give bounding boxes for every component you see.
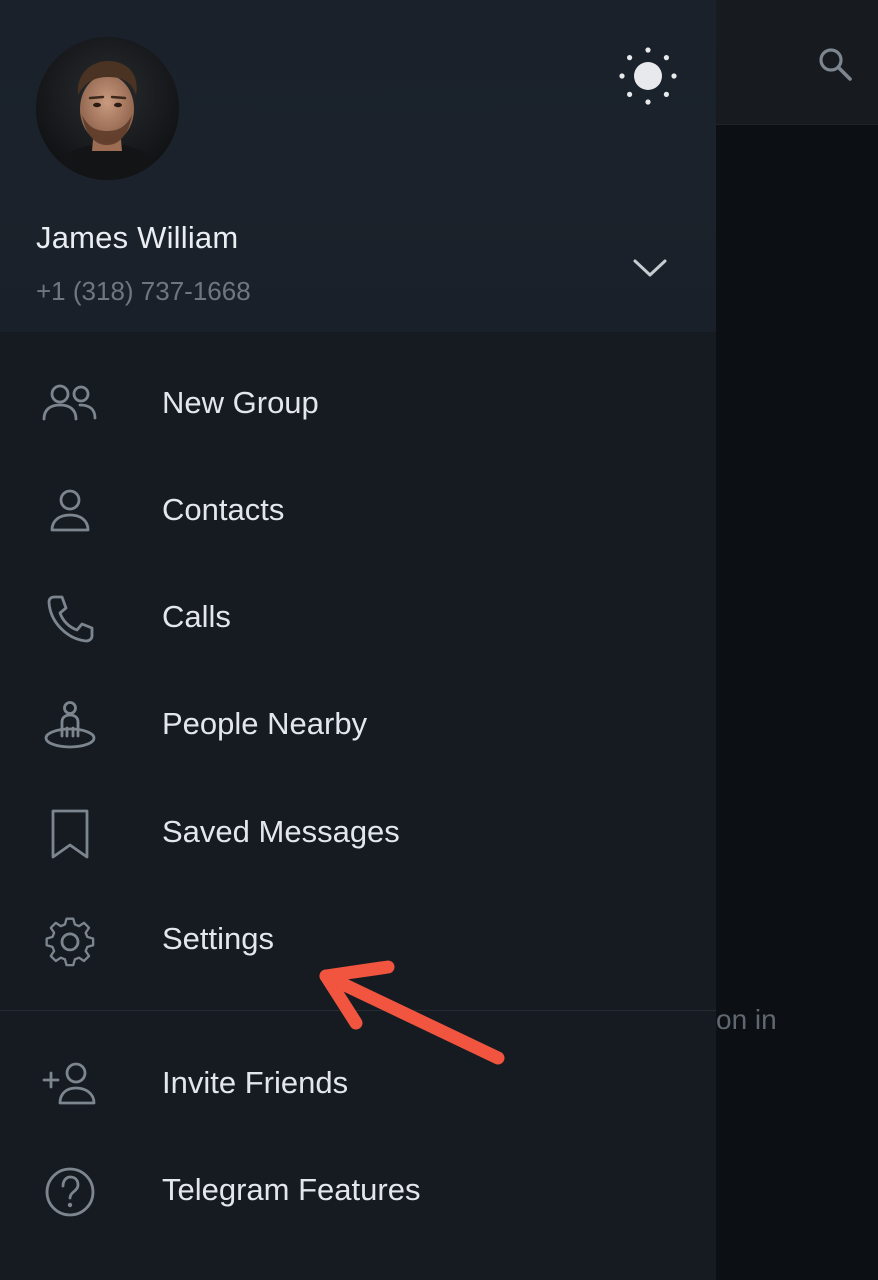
menu-item-telegram-features[interactable]: Telegram Features bbox=[0, 1142, 716, 1242]
menu-item-contacts[interactable]: Contacts bbox=[0, 462, 716, 562]
menu-item-label: New Group bbox=[162, 385, 319, 420]
menu-item-label: Contacts bbox=[162, 492, 285, 527]
add-user-icon bbox=[40, 1059, 100, 1111]
background-text-fragment: on in bbox=[716, 1004, 777, 1035]
gear-icon bbox=[40, 915, 100, 967]
menu-divider bbox=[0, 1010, 716, 1011]
search-icon bbox=[819, 48, 852, 81]
chevron-down-icon bbox=[633, 259, 667, 277]
sun-icon bbox=[619, 47, 677, 105]
search-button[interactable] bbox=[812, 42, 858, 86]
drawer-header: James William +1 (318) 737-1668 bbox=[0, 0, 716, 332]
bookmark-icon bbox=[40, 808, 100, 860]
phone-icon bbox=[40, 593, 100, 645]
avatar[interactable] bbox=[36, 37, 179, 180]
theme-toggle-button[interactable] bbox=[612, 40, 684, 112]
menu-item-people-nearby[interactable]: People Nearby bbox=[0, 676, 716, 776]
menu-item-invite-friends[interactable]: Invite Friends bbox=[0, 1035, 716, 1135]
people-nearby-icon bbox=[40, 700, 100, 752]
menu-item-label: Invite Friends bbox=[162, 1065, 349, 1100]
menu-item-new-group[interactable]: New Group bbox=[0, 355, 716, 455]
user-name: James William bbox=[36, 220, 239, 255]
profile-photo bbox=[36, 37, 179, 180]
navigation-drawer: James William +1 (318) 737-1668 New Grou… bbox=[0, 0, 716, 1280]
menu-item-label: Saved Messages bbox=[162, 814, 400, 849]
menu-item-saved-messages[interactable]: Saved Messages bbox=[0, 784, 716, 884]
account-switcher-button[interactable] bbox=[622, 246, 678, 290]
menu-item-label: People Nearby bbox=[162, 706, 368, 741]
menu-item-label: Telegram Features bbox=[162, 1172, 421, 1207]
group-icon bbox=[40, 379, 100, 431]
menu-item-settings[interactable]: Settings bbox=[0, 891, 716, 991]
menu-item-label: Settings bbox=[162, 921, 275, 956]
contact-icon bbox=[40, 486, 100, 538]
menu-item-calls[interactable]: Calls bbox=[0, 569, 716, 669]
user-phone: +1 (318) 737-1668 bbox=[36, 276, 251, 306]
menu-item-label: Calls bbox=[162, 599, 231, 634]
question-icon bbox=[40, 1166, 100, 1218]
